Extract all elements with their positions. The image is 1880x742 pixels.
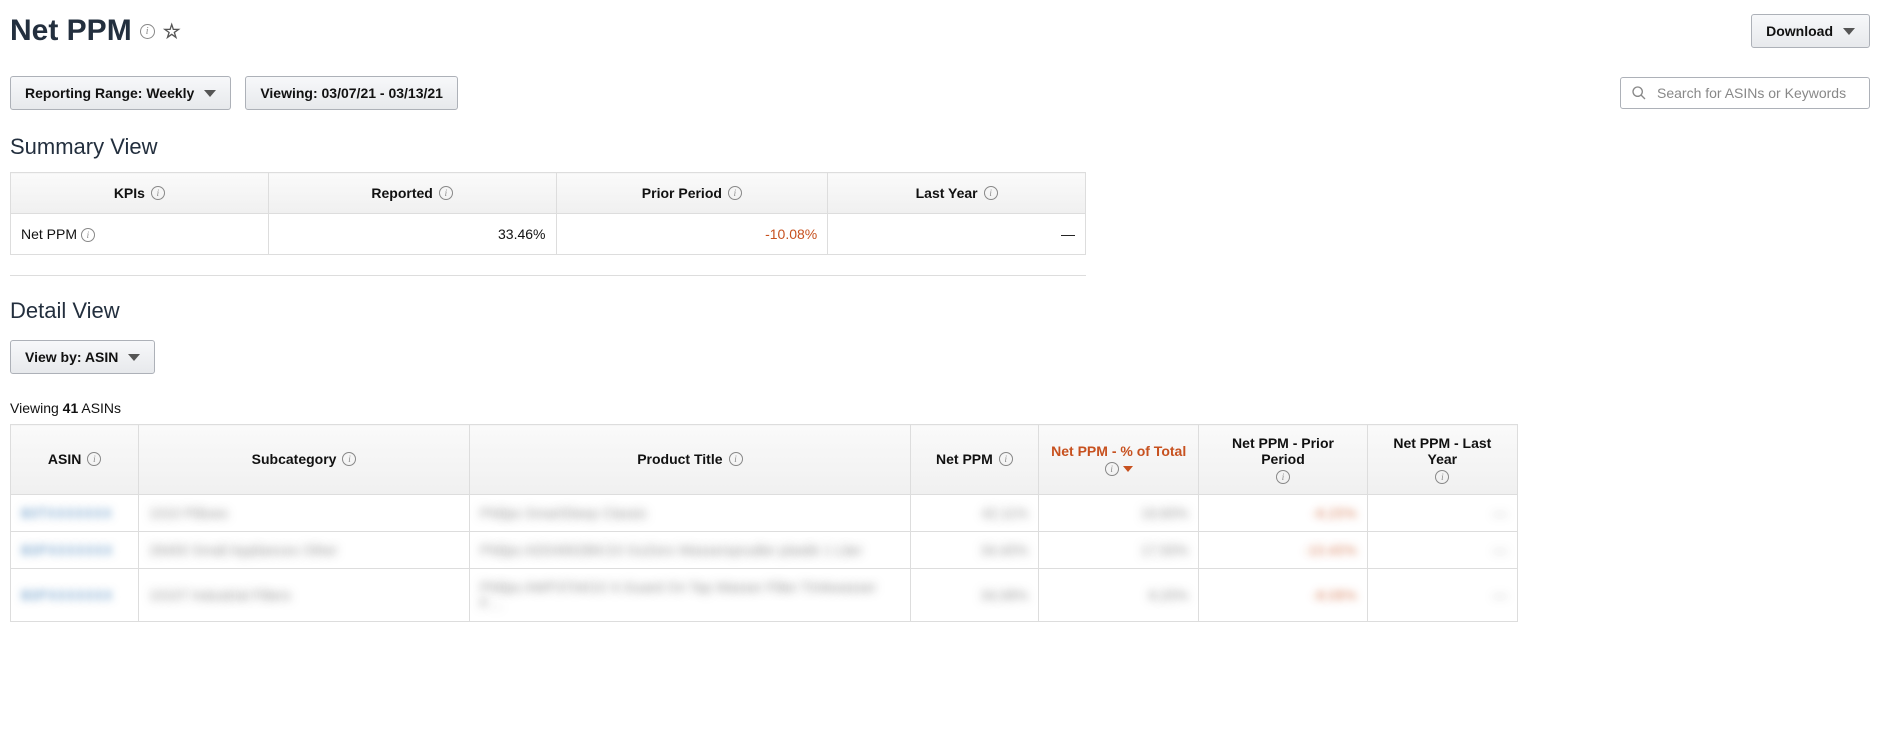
summary-view-title: Summary View <box>10 134 1870 160</box>
col-reported-label: Reported <box>371 185 432 201</box>
info-icon[interactable]: i <box>81 228 95 242</box>
search-input[interactable] <box>1655 84 1859 102</box>
summary-prior-value: -10.08% <box>556 214 828 255</box>
col-last-year[interactable]: Net PPM - Last Yeari <box>1367 425 1517 494</box>
info-icon[interactable]: i <box>1105 462 1119 476</box>
col-subcategory[interactable]: Subcategoryi <box>139 425 470 494</box>
col-kpis-label: KPIs <box>114 185 145 201</box>
chevron-down-icon <box>1843 28 1855 35</box>
summary-table: KPIsi Reportedi Prior Periodi Last Yeari… <box>10 172 1086 255</box>
info-icon[interactable]: i <box>87 452 101 466</box>
download-label: Download <box>1766 23 1833 39</box>
col-prior-period[interactable]: Net PPM - Prior Periodi <box>1199 425 1367 494</box>
col-prior-period-label: Prior Period <box>642 185 722 201</box>
detail-table: ASINi Subcategoryi Product Titlei Net PP… <box>10 424 1518 621</box>
chevron-down-icon <box>204 90 216 97</box>
page-title: Net PPM i ☆ <box>10 14 181 48</box>
chevron-down-icon <box>128 354 140 361</box>
info-icon[interactable]: i <box>140 24 155 39</box>
info-icon[interactable]: i <box>1435 470 1449 484</box>
detail-view-title: Detail View <box>10 298 1870 324</box>
search-box[interactable] <box>1620 77 1870 109</box>
sort-desc-icon <box>1123 466 1133 472</box>
col-last-year-label: Last Year <box>916 185 978 201</box>
info-icon[interactable]: i <box>439 186 453 200</box>
summary-reported-value: 33.46% <box>268 214 556 255</box>
table-row[interactable]: B0PXXXXXXX 26400 Small Appliances Other … <box>11 531 1518 568</box>
info-icon[interactable]: i <box>729 452 743 466</box>
info-icon[interactable]: i <box>728 186 742 200</box>
viewing-range-dropdown[interactable]: Viewing: 03/07/21 - 03/13/21 <box>245 76 458 110</box>
download-button[interactable]: Download <box>1751 14 1870 48</box>
search-icon <box>1631 85 1647 101</box>
reporting-range-label: Reporting Range: Weekly <box>25 85 194 101</box>
col-pct-of-total[interactable]: Net PPM - % of Totali <box>1039 425 1199 494</box>
page-title-text: Net PPM <box>10 14 132 48</box>
viewing-count: Viewing 41 ASINs <box>10 400 1870 416</box>
col-net-ppm[interactable]: Net PPMi <box>910 425 1038 494</box>
info-icon[interactable]: i <box>151 186 165 200</box>
viewing-range-label: Viewing: 03/07/21 - 03/13/21 <box>260 85 443 101</box>
col-product-title[interactable]: Product Titlei <box>469 425 910 494</box>
table-row[interactable]: B0TXXXXXXX 1010 Pillows Philips SmartSle… <box>11 494 1518 531</box>
info-icon[interactable]: i <box>1276 470 1290 484</box>
summary-row: Net PPM i 33.46% -10.08% — <box>11 214 1086 255</box>
summary-row-label: Net PPM <box>21 226 77 242</box>
info-icon[interactable]: i <box>984 186 998 200</box>
table-row[interactable]: B0PXXXXXXX 10107 Industrial Filters Phil… <box>11 568 1518 621</box>
view-by-label: View by: ASIN <box>25 349 118 365</box>
summary-last-year-value: — <box>828 214 1086 255</box>
info-icon[interactable]: i <box>999 452 1013 466</box>
view-by-dropdown[interactable]: View by: ASIN <box>10 340 155 374</box>
reporting-range-dropdown[interactable]: Reporting Range: Weekly <box>10 76 231 110</box>
star-icon[interactable]: ☆ <box>163 19 181 44</box>
info-icon[interactable]: i <box>342 452 356 466</box>
divider <box>10 275 1086 276</box>
col-asin[interactable]: ASINi <box>11 425 139 494</box>
